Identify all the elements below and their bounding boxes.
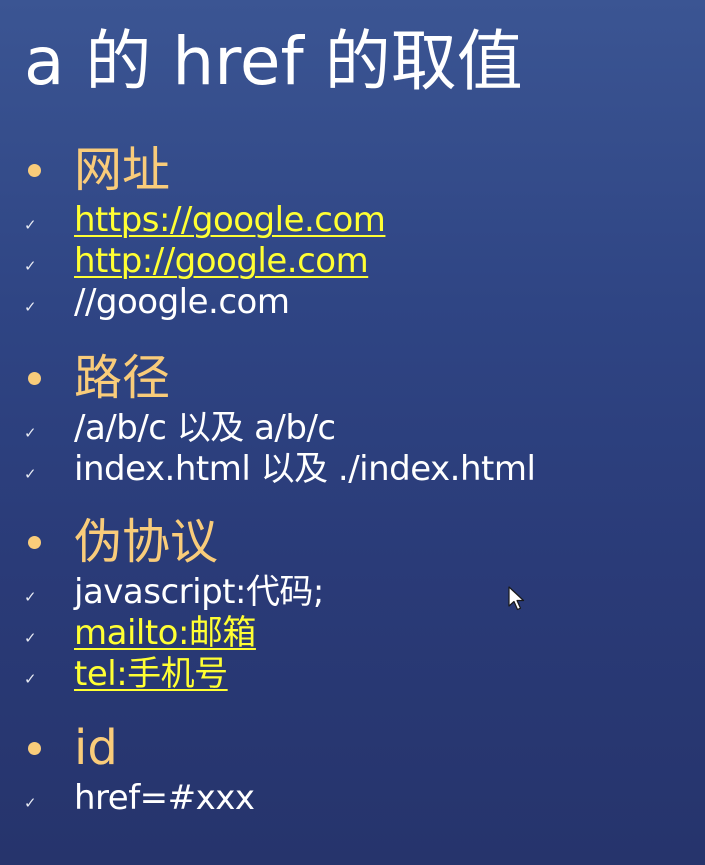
slide: a 的 href 的取值 网址 ✓ https://google.com ✓ h…: [0, 0, 705, 865]
list-item: ✓ index.html 以及 ./index.html: [24, 449, 684, 490]
list-item: ✓ //google.com: [24, 282, 684, 323]
check-icon: ✓: [24, 215, 37, 234]
section-heading: 网址: [24, 140, 684, 200]
item-text: index.html 以及 ./index.html: [74, 449, 536, 489]
section-pseudo-protocol: 伪协议 ✓ javascript:代码; ✓ mailto:邮箱 ✓ tel:手…: [24, 512, 684, 695]
list-item[interactable]: ✓ http://google.com: [24, 241, 684, 282]
check-icon: ✓: [24, 464, 37, 483]
section-heading: 伪协议: [24, 512, 684, 572]
section-heading: id: [24, 718, 684, 778]
item-text: href=#xxx: [74, 778, 255, 818]
mouse-pointer-icon: [508, 586, 525, 611]
list-item: ✓ /a/b/c 以及 a/b/c: [24, 408, 684, 449]
section-heading-label: 伪协议: [74, 514, 219, 570]
section-heading: 路径: [24, 348, 684, 408]
check-icon: ✓: [24, 423, 37, 442]
list-item[interactable]: ✓ https://google.com: [24, 200, 684, 241]
link-http-google[interactable]: http://google.com: [74, 241, 369, 282]
check-icon: ✓: [24, 793, 37, 812]
check-icon: ✓: [24, 669, 37, 688]
link-tel[interactable]: tel:手机号: [74, 654, 228, 695]
check-icon: ✓: [24, 587, 37, 606]
section-url: 网址 ✓ https://google.com ✓ http://google.…: [24, 140, 684, 323]
bullet-dot-icon: [28, 741, 41, 755]
bullet-dot-icon: [28, 163, 41, 177]
check-icon: ✓: [24, 256, 37, 275]
bullet-dot-icon: [28, 371, 41, 385]
list-item[interactable]: ✓ mailto:邮箱: [24, 613, 684, 654]
link-https-google[interactable]: https://google.com: [74, 200, 386, 241]
link-mailto[interactable]: mailto:邮箱: [74, 613, 256, 654]
item-text: javascript:代码;: [74, 572, 324, 612]
section-heading-label: 网址: [74, 142, 171, 198]
check-icon: ✓: [24, 628, 37, 647]
check-icon: ✓: [24, 297, 37, 316]
item-text: //google.com: [74, 282, 290, 322]
list-item: ✓ href=#xxx: [24, 778, 684, 819]
section-heading-label: 路径: [74, 350, 171, 406]
item-text: /a/b/c 以及 a/b/c: [74, 408, 336, 448]
bullet-dot-icon: [28, 535, 41, 549]
section-id: id ✓ href=#xxx: [24, 718, 684, 819]
list-item: ✓ javascript:代码;: [24, 572, 684, 613]
list-item[interactable]: ✓ tel:手机号: [24, 654, 684, 695]
section-heading-label: id: [74, 720, 118, 776]
section-path: 路径 ✓ /a/b/c 以及 a/b/c ✓ index.html 以及 ./i…: [24, 348, 684, 490]
slide-title: a 的 href 的取值: [24, 23, 523, 100]
